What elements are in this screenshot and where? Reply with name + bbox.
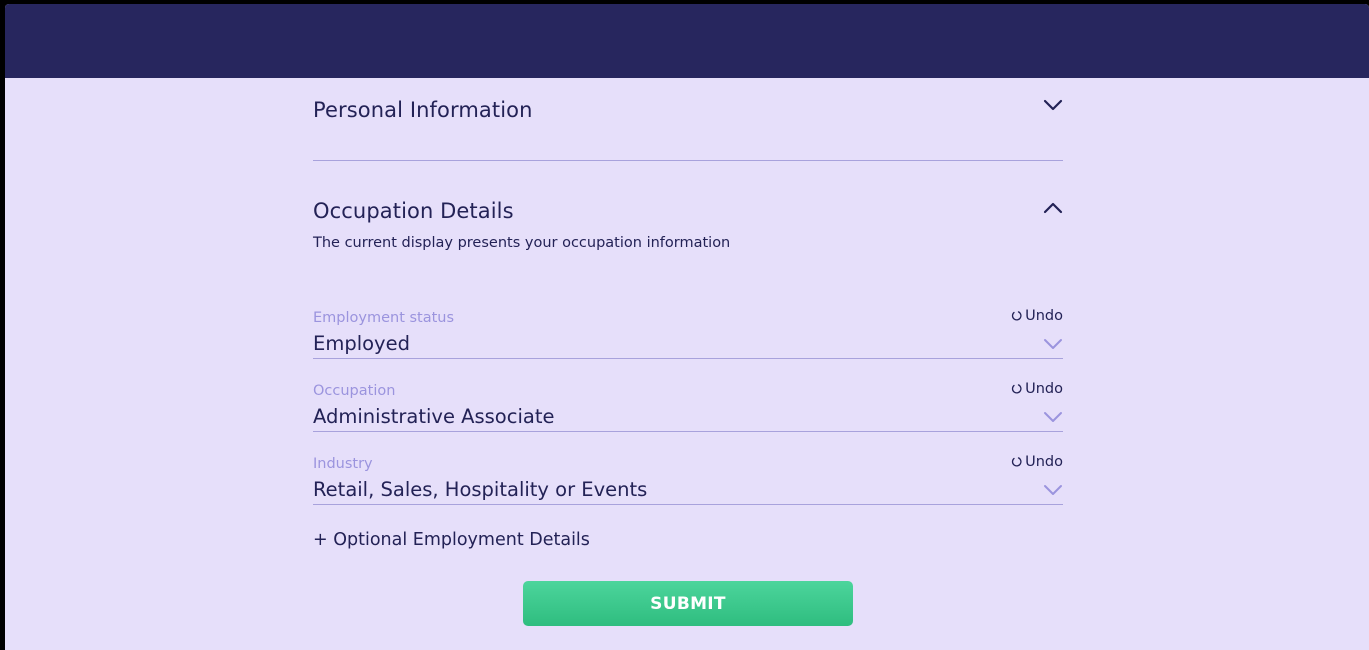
top-header-bar: [5, 4, 1369, 78]
undo-icon: [1011, 384, 1022, 394]
undo-icon: [1011, 311, 1022, 321]
occupation-title: Occupation Details: [313, 199, 514, 223]
undo-icon: [1011, 457, 1022, 467]
field-underline: [313, 504, 1063, 505]
field-label: Employment status: [313, 310, 455, 326]
form-content: Personal Information Occupation Details …: [313, 78, 1063, 517]
industry-select[interactable]: Retail, Sales, Hospitality or Events: [313, 478, 647, 501]
personal-info-title: Personal Information: [313, 98, 533, 122]
employment-status-select[interactable]: Employed: [313, 332, 410, 355]
occupation-section-header[interactable]: Occupation Details The current display p…: [313, 189, 1063, 257]
undo-label: Undo: [1025, 308, 1063, 324]
optional-employment-details-link[interactable]: + Optional Employment Details: [313, 530, 590, 550]
field-label: Industry: [313, 456, 373, 472]
app-window: Personal Information Occupation Details …: [5, 4, 1369, 650]
field-label: Occupation: [313, 383, 396, 399]
chevron-down-icon[interactable]: [1043, 411, 1063, 423]
chevron-up-icon[interactable]: [1043, 201, 1063, 215]
occupation-select[interactable]: Administrative Associate: [313, 405, 554, 428]
personal-info-section-header[interactable]: Personal Information: [313, 78, 1063, 160]
occupation-subtitle: The current display presents your occupa…: [313, 235, 731, 251]
chevron-down-icon[interactable]: [1043, 98, 1063, 112]
field-underline: [313, 431, 1063, 432]
undo-label: Undo: [1025, 454, 1063, 470]
employment-status-field: Employment status Undo Employed: [313, 298, 1063, 371]
chevron-down-icon[interactable]: [1043, 338, 1063, 350]
undo-button[interactable]: Undo: [1011, 381, 1063, 397]
undo-button[interactable]: Undo: [1011, 454, 1063, 470]
chevron-down-icon[interactable]: [1043, 484, 1063, 496]
occupation-field: Occupation Undo Administrative Associate: [313, 371, 1063, 444]
industry-field: Industry Undo Retail, Sales, Hospitality…: [313, 444, 1063, 517]
undo-button[interactable]: Undo: [1011, 308, 1063, 324]
submit-button[interactable]: SUBMIT: [523, 581, 853, 626]
field-underline: [313, 358, 1063, 359]
undo-label: Undo: [1025, 381, 1063, 397]
section-divider: [313, 160, 1063, 161]
